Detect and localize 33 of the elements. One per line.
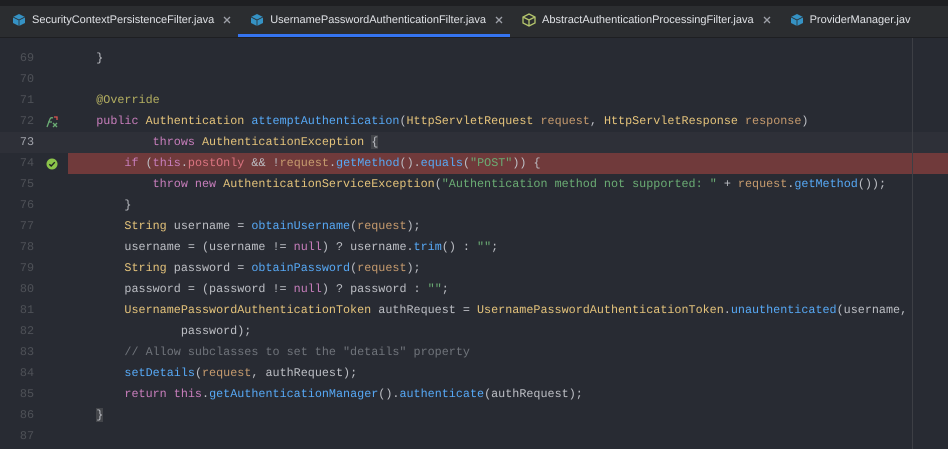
code-line: public Authentication attemptAuthentication(HttpServletRequest request, HttpServletResponse response) <box>95 112 808 130</box>
code-line: password = (password != null) ? password : ""; <box>123 280 449 298</box>
cube-icon <box>250 13 264 27</box>
cube-icon <box>12 13 26 27</box>
cube-icon <box>790 13 804 27</box>
editor-tab[interactable]: ProviderManager.jav <box>778 6 916 37</box>
code-line: String password = obtainPassword(request); <box>123 260 421 277</box>
editor-tab[interactable]: SecurityContextPersistenceFilter.java <box>0 6 238 37</box>
close-icon[interactable] <box>222 15 232 25</box>
close-icon[interactable] <box>494 15 504 25</box>
tab-label: ProviderManager.jav <box>810 12 910 28</box>
code-line: // Allow subclasses to set the "details" property <box>123 344 470 361</box>
code-line: @Override <box>95 92 160 109</box>
editor-tab[interactable]: AbstractAuthenticationProcessingFilter.java <box>510 6 778 37</box>
code-line: password); <box>180 322 252 340</box>
code-line: if (this.postOnly && !request.getMethod().equals("POST")) { <box>123 154 541 172</box>
close-icon[interactable] <box>762 15 772 25</box>
code-line: String username = obtainUsername(request); <box>123 218 421 235</box>
cube-outline-icon <box>522 13 536 27</box>
code-line: username = (username != null) ? username.trim() : ""; <box>123 238 498 256</box>
code-line: } <box>123 196 132 214</box>
code-line: return this.getAuthenticationManager().authenticate(authRequest); <box>123 386 583 403</box>
tab-label: SecurityContextPersistenceFilter.java <box>32 12 214 28</box>
code-line: setDetails(request, authRequest); <box>123 364 358 382</box>
tab-label: AbstractAuthenticationProcessingFilter.java <box>542 12 754 28</box>
code-line: } <box>95 50 104 67</box>
line-number: 73 <box>20 134 34 149</box>
code-line: UsernamePasswordAuthenticationToken authRequest = UsernamePasswordAuthenticationToken.unauthenticated(username, <box>123 302 908 319</box>
tab-label: UsernamePasswordAuthenticationFilter.java <box>270 12 486 28</box>
breakpoint-check-icon[interactable] <box>46 158 58 170</box>
code-line: throws AuthenticationException { <box>152 134 378 151</box>
override-icon[interactable] <box>45 116 59 128</box>
code-line: throw new AuthenticationServiceException("Authentication method not supported: " + request.getMethod()); <box>152 176 886 193</box>
